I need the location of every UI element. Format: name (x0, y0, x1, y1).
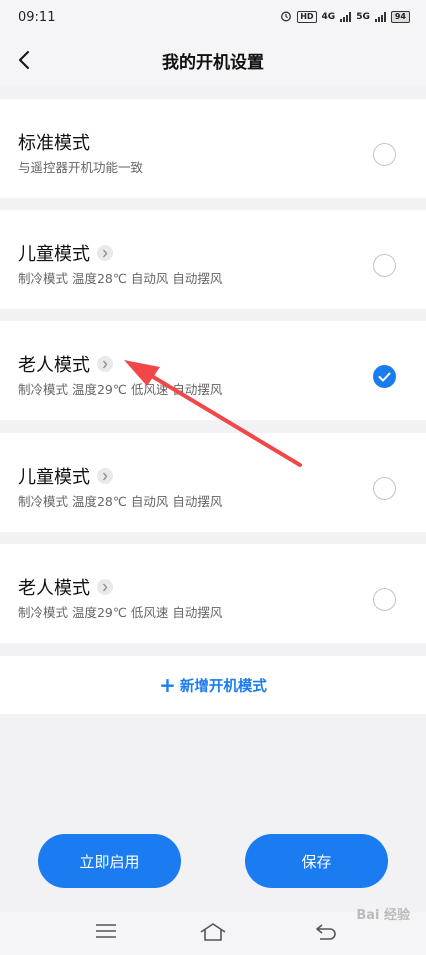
mode-description: 制冷模式 温度28℃ 自动风 自动摆风 (18, 271, 223, 286)
mode-name: 老人模式 (18, 578, 90, 599)
mode-radio[interactable] (373, 477, 396, 500)
mode-name: 儿童模式 (18, 244, 90, 265)
page-title: 我的开机设置 (162, 52, 264, 73)
mode-card[interactable]: 老人模式 制冷模式 温度29℃ 低风速 自动摆风 (0, 544, 426, 643)
save-button[interactable]: 保存 (245, 834, 388, 888)
home-icon[interactable] (199, 922, 227, 942)
mode-name: 标准模式 (18, 133, 90, 154)
mode-card[interactable]: 标准模式 与遥控器开机功能一致 (0, 99, 426, 198)
back-nav-icon[interactable] (314, 922, 338, 942)
mode-description: 与遥控器开机功能一致 (18, 160, 144, 175)
chevron-right-icon[interactable] (97, 579, 113, 595)
hd-badge: HD (297, 11, 317, 23)
signal-icon (340, 12, 352, 22)
mode-card[interactable]: 老人模式 制冷模式 温度29℃ 低风速 自动摆风 (0, 321, 426, 420)
watermark: Bai 经验 (356, 908, 410, 923)
chevron-right-icon[interactable] (97, 245, 113, 261)
add-mode-button[interactable]: + 新增开机模式 (0, 656, 426, 714)
check-icon (378, 372, 391, 381)
mode-radio[interactable] (373, 254, 396, 277)
status-icons: HD 4G 5G 94 (280, 10, 410, 25)
mode-card[interactable]: 儿童模式 制冷模式 温度28℃ 自动风 自动摆风 (0, 433, 426, 532)
plus-icon: + (159, 673, 176, 697)
nav-bar: 我的开机设置 (0, 34, 426, 86)
chevron-right-icon[interactable] (97, 468, 113, 484)
chevron-right-icon[interactable] (97, 356, 113, 372)
add-mode-label: 新增开机模式 (179, 678, 267, 695)
network-5g-label: 5G (356, 12, 370, 22)
battery-icon: 94 (390, 11, 410, 23)
mode-description: 制冷模式 温度29℃ 低风速 自动摆风 (18, 382, 223, 397)
alarm-icon (280, 10, 292, 25)
start-now-button[interactable]: 立即启用 (38, 834, 181, 888)
mode-description: 制冷模式 温度29℃ 低风速 自动摆风 (18, 605, 223, 620)
chevron-left-icon (19, 51, 29, 69)
mode-radio-checked[interactable] (373, 365, 396, 388)
status-bar: 09:11 HD 4G 5G 94 (0, 0, 426, 34)
mode-card[interactable]: 儿童模式 制冷模式 温度28℃ 自动风 自动摆风 (0, 210, 426, 309)
mode-name: 儿童模式 (18, 467, 90, 488)
network-4g-label: 4G (321, 12, 336, 22)
mode-name: 老人模式 (18, 355, 90, 376)
menu-icon[interactable] (95, 922, 117, 940)
signal-icon (374, 12, 386, 22)
back-button[interactable] (10, 46, 38, 74)
mode-description: 制冷模式 温度28℃ 自动风 自动摆风 (18, 494, 223, 509)
mode-radio[interactable] (373, 143, 396, 166)
status-time: 09:11 (18, 9, 56, 25)
mode-radio[interactable] (373, 588, 396, 611)
